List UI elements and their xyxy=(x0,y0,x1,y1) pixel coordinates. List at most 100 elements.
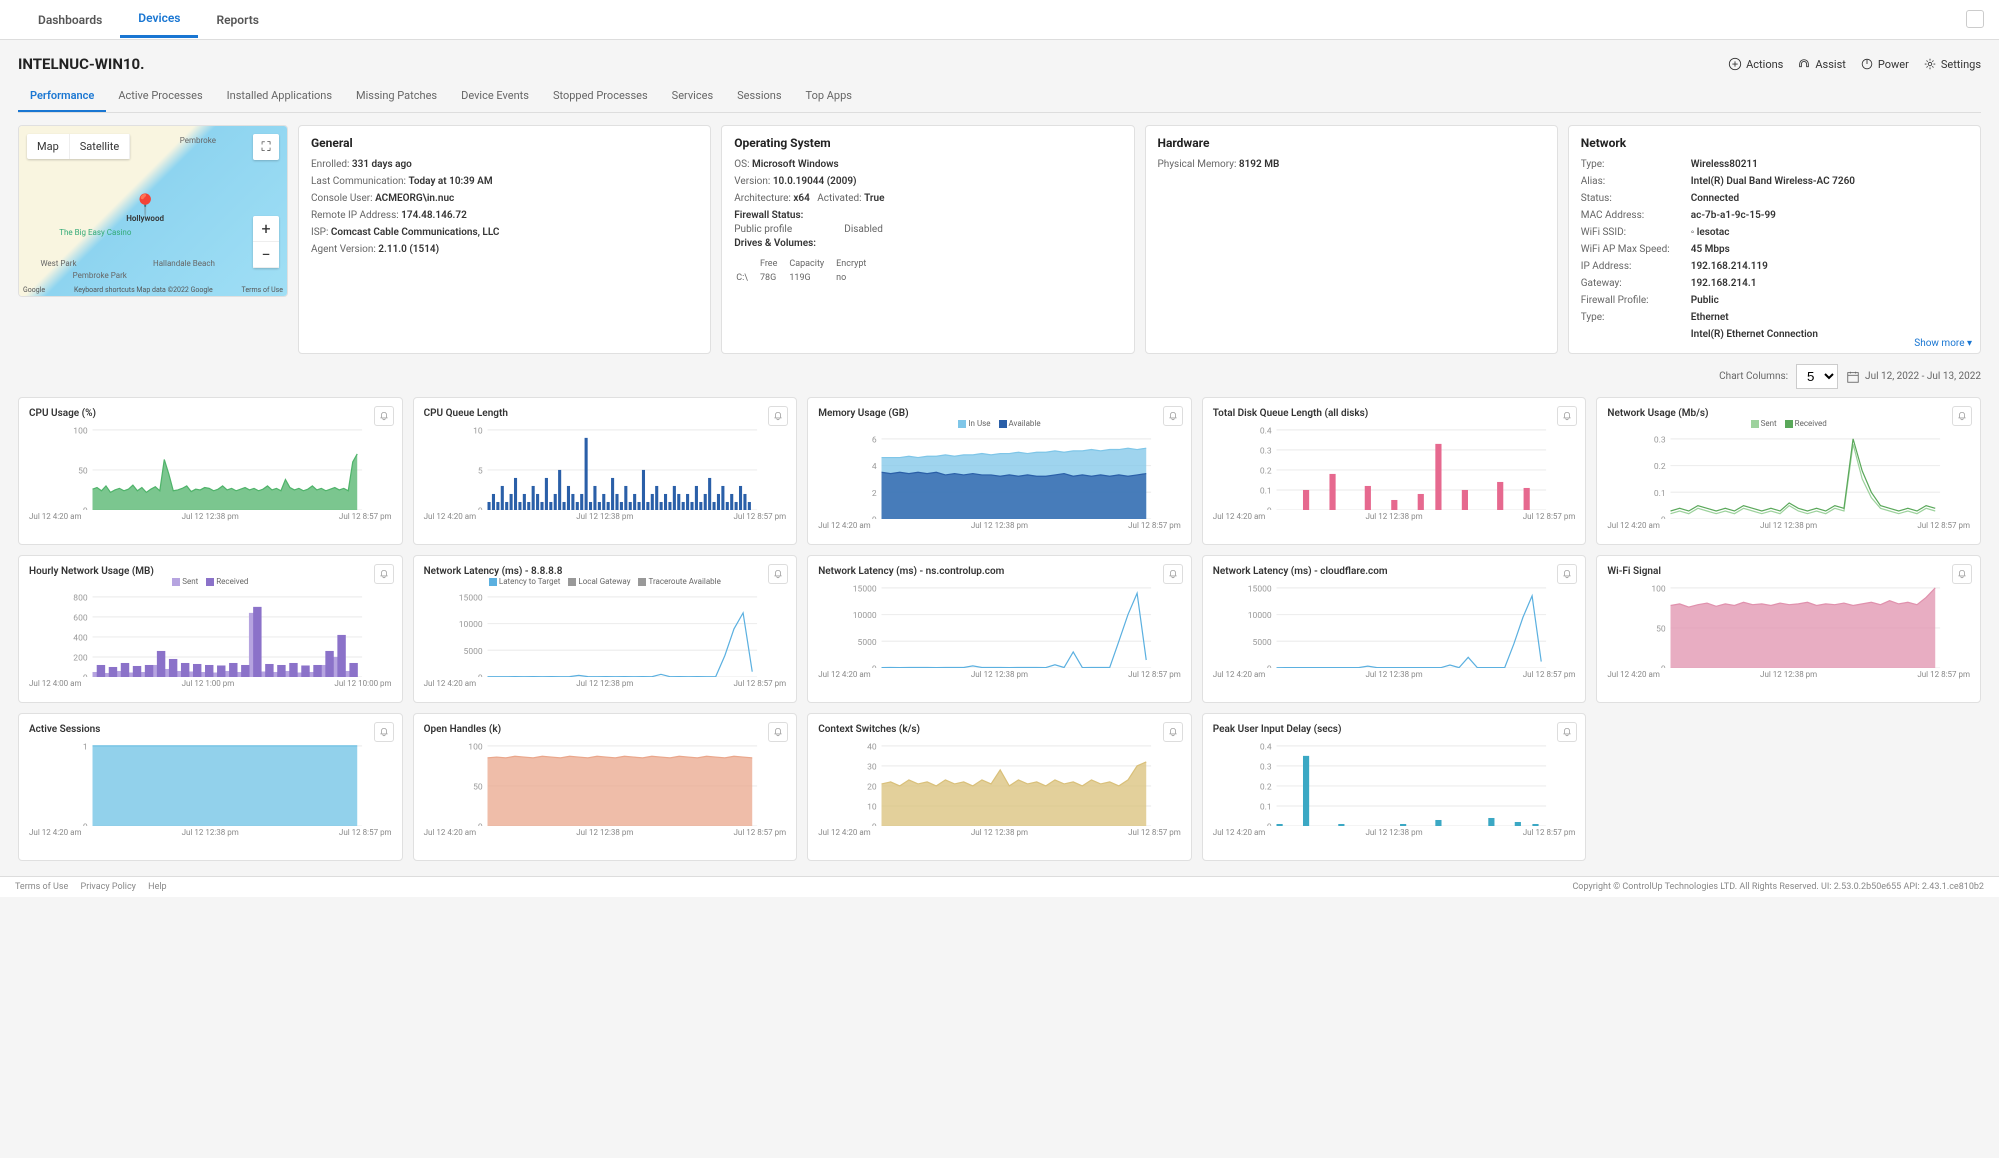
svg-text:10: 10 xyxy=(867,803,877,813)
network-row: Type:Wireless80211 xyxy=(1581,156,1968,173)
svg-text:10000: 10000 xyxy=(1248,611,1272,621)
bell-icon[interactable] xyxy=(1163,564,1183,584)
svg-text:0.1: 0.1 xyxy=(1260,803,1272,813)
nav-devices[interactable]: Devices xyxy=(120,1,198,38)
tab-missing-patches[interactable]: Missing Patches xyxy=(344,81,449,112)
network-row: WiFi SSID:◦ lesotac xyxy=(1581,224,1968,241)
map-type-map[interactable]: Map xyxy=(27,134,70,159)
actions-button[interactable]: Actions xyxy=(1728,57,1783,71)
tab-device-events[interactable]: Device Events xyxy=(449,81,541,112)
chart-cpuUsage: CPU Usage (%) 050100 Jul 12 4:20 amJul 1… xyxy=(18,397,403,545)
map-zoom-in[interactable]: + xyxy=(253,216,279,242)
tab-top-apps[interactable]: Top Apps xyxy=(794,81,864,112)
assist-button[interactable]: Assist xyxy=(1797,57,1845,71)
map-type-satellite[interactable]: Satellite xyxy=(70,134,130,159)
bell-icon[interactable] xyxy=(1163,722,1183,742)
svg-text:800: 800 xyxy=(73,594,88,604)
tab-performance[interactable]: Performance xyxy=(18,81,106,112)
footer-help[interactable]: Help xyxy=(148,882,166,892)
general-card: General Enrolled: 331 days ago Last Comm… xyxy=(298,125,711,354)
svg-text:200: 200 xyxy=(73,654,88,664)
chart-title: Context Switches (k/s) xyxy=(818,724,1181,735)
bell-icon[interactable] xyxy=(768,564,788,584)
chart-hourlyNet: Hourly Network Usage (MB) SentReceived 0… xyxy=(18,555,403,703)
svg-text:0.3: 0.3 xyxy=(1260,447,1272,457)
svg-text:30: 30 xyxy=(867,763,877,773)
map-card[interactable]: Map Satellite ⛶ 📍 Hollywood Hallandale B… xyxy=(18,125,288,297)
chart-diskQueue: Total Disk Queue Length (all disks) 00.1… xyxy=(1202,397,1587,545)
nav-dashboards[interactable]: Dashboards xyxy=(20,3,120,37)
chart-latNS: Network Latency (ms) - ns.controlup.com … xyxy=(807,555,1192,703)
map-zoom-out[interactable]: − xyxy=(253,242,279,268)
map-terms[interactable]: Terms of Use xyxy=(242,286,283,294)
tab-installed-apps[interactable]: Installed Applications xyxy=(215,81,344,112)
svg-text:15000: 15000 xyxy=(1248,585,1272,595)
svg-text:0: 0 xyxy=(83,507,88,510)
top-nav: Dashboards Devices Reports xyxy=(0,0,1999,40)
svg-text:0: 0 xyxy=(872,823,877,826)
network-row: WiFi AP Max Speed:45 Mbps xyxy=(1581,241,1968,258)
device-title: INTELNUC-WIN10. xyxy=(18,55,144,73)
network-row: IP Address:192.168.214.119 xyxy=(1581,258,1968,275)
chart-inputDelay: Peak User Input Delay (secs) 00.10.20.30… xyxy=(1202,713,1587,861)
bell-icon[interactable] xyxy=(1557,722,1577,742)
bell-icon[interactable] xyxy=(374,406,394,426)
map-label: Pembroke xyxy=(180,136,216,145)
svg-text:20: 20 xyxy=(867,783,877,793)
date-range-picker[interactable]: Jul 12, 2022 - Jul 13, 2022 xyxy=(1846,370,1981,384)
bell-icon[interactable] xyxy=(1557,406,1577,426)
svg-text:0.4: 0.4 xyxy=(1260,743,1272,753)
show-more-link[interactable]: Show more ▾ xyxy=(1914,338,1972,349)
svg-text:1: 1 xyxy=(83,743,88,753)
bell-icon[interactable] xyxy=(1952,406,1972,426)
svg-text:0: 0 xyxy=(872,665,877,668)
svg-text:5: 5 xyxy=(477,467,482,477)
footer-copyright: Copyright © ControlUp Technologies LTD. … xyxy=(1572,882,1984,892)
svg-text:0.2: 0.2 xyxy=(1260,467,1272,477)
chart-title: CPU Usage (%) xyxy=(29,408,392,419)
chart-title: Hourly Network Usage (MB) xyxy=(29,566,392,577)
os-card: Operating System OS: Microsoft Windows V… xyxy=(721,125,1134,354)
svg-text:0: 0 xyxy=(1661,665,1666,668)
chart-title: CPU Queue Length xyxy=(424,408,787,419)
chart-ctxSwitch: Context Switches (k/s) 010203040 Jul 12 … xyxy=(807,713,1192,861)
svg-text:400: 400 xyxy=(73,634,88,644)
footer-privacy[interactable]: Privacy Policy xyxy=(81,882,136,892)
settings-button[interactable]: Settings xyxy=(1923,57,1981,71)
nav-reports[interactable]: Reports xyxy=(198,3,276,37)
chart-cpuQueue: CPU Queue Length 0510 Jul 12 4:20 amJul … xyxy=(413,397,798,545)
svg-text:0: 0 xyxy=(1267,665,1272,668)
bell-icon[interactable] xyxy=(768,406,788,426)
footer-terms[interactable]: Terms of Use xyxy=(15,882,68,892)
tab-services[interactable]: Services xyxy=(660,81,725,112)
bell-icon[interactable] xyxy=(374,564,394,584)
network-row: Gateway:192.168.214.1 xyxy=(1581,275,1968,292)
chart-title: Network Latency (ms) - ns.controlup.com xyxy=(818,566,1181,577)
bell-icon[interactable] xyxy=(1163,406,1183,426)
chart-columns-label: Chart Columns: xyxy=(1719,371,1788,382)
bell-icon[interactable] xyxy=(1952,564,1972,584)
tab-stopped-processes[interactable]: Stopped Processes xyxy=(541,81,660,112)
chart-title: Total Disk Queue Length (all disks) xyxy=(1213,408,1576,419)
svg-text:0.2: 0.2 xyxy=(1260,783,1272,793)
footer: Terms of Use Privacy Policy Help Copyrig… xyxy=(0,876,1999,897)
map-fullscreen-button[interactable]: ⛶ xyxy=(253,134,279,160)
tab-sessions[interactable]: Sessions xyxy=(725,81,793,112)
svg-text:0: 0 xyxy=(477,823,482,826)
chart-columns-select[interactable]: 5 xyxy=(1796,364,1838,389)
svg-text:0: 0 xyxy=(1267,507,1272,510)
map-label: Hallandale Beach xyxy=(153,259,215,268)
svg-text:0: 0 xyxy=(83,823,88,826)
tab-active-processes[interactable]: Active Processes xyxy=(106,81,214,112)
power-button[interactable]: Power xyxy=(1860,57,1909,71)
svg-text:5000: 5000 xyxy=(1252,638,1271,648)
bell-icon[interactable] xyxy=(374,722,394,742)
bell-icon[interactable] xyxy=(1557,564,1577,584)
bell-icon[interactable] xyxy=(768,722,788,742)
map-attribution: Google xyxy=(23,286,45,294)
svg-text:50: 50 xyxy=(78,467,88,477)
network-row: Type:Ethernet xyxy=(1581,309,1968,326)
layout-icon[interactable] xyxy=(1966,10,1984,28)
svg-text:100: 100 xyxy=(73,427,88,437)
chart-title: Peak User Input Delay (secs) xyxy=(1213,724,1576,735)
